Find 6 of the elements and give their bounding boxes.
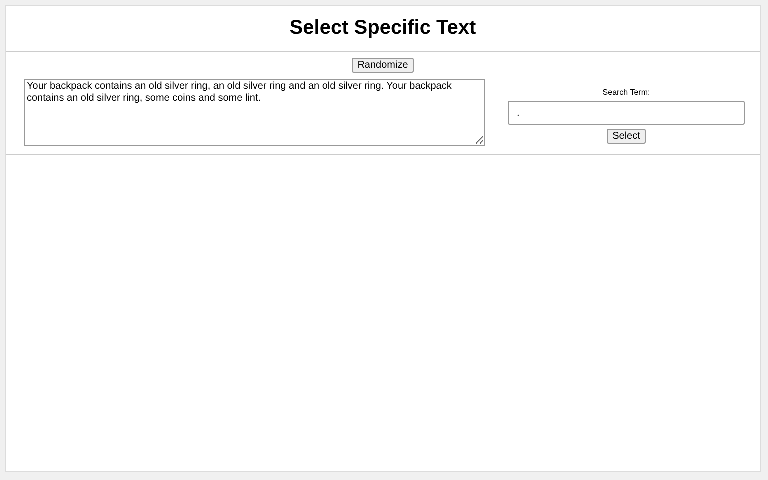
select-button[interactable]: Select [606,129,646,144]
page-title: Select Specific Text [6,6,760,52]
randomize-button[interactable]: Randomize [352,58,414,73]
text-area[interactable]: Your backpack contains an old silver ring, an old silver ring and an old silver ring. Your backpack contains an old silver ring, some coins and some lint. [24,79,485,146]
search-field[interactable]: . [508,101,745,125]
search-term-label: Search Term: [602,88,650,97]
